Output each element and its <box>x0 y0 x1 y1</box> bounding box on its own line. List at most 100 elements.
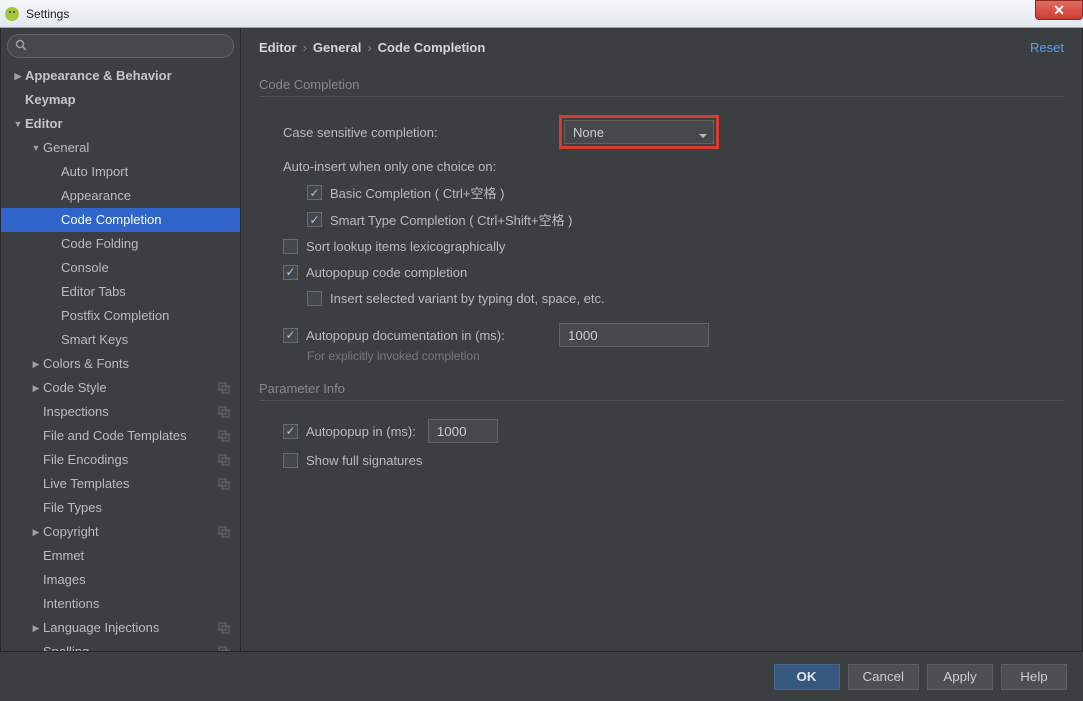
sidebar-item-label: Appearance <box>61 187 232 205</box>
chevron-right-icon: ▶ <box>29 619 43 637</box>
sidebar-item-smart-keys[interactable]: Smart Keys <box>1 328 240 352</box>
sidebar-item-editor-tabs[interactable]: Editor Tabs <box>1 280 240 304</box>
sidebar-item-keymap[interactable]: Keymap <box>1 88 240 112</box>
settings-content: Editor › General › Code Completion Reset… <box>241 28 1082 651</box>
sidebar-item-file-encodings[interactable]: File Encodings <box>1 448 240 472</box>
smart-type-completion-label: Smart Type Completion ( Ctrl+Shift+空格 ) <box>330 210 573 229</box>
sidebar-item-appearance[interactable]: Appearance <box>1 184 240 208</box>
chevron-right-icon: › <box>303 40 307 55</box>
sidebar-item-language-injections[interactable]: ▶Language Injections <box>1 616 240 640</box>
section-title: Code Completion <box>259 77 1064 97</box>
chevron-right-icon: ▶ <box>29 355 43 373</box>
sidebar-item-label: Console <box>61 259 232 277</box>
sidebar-item-inspections[interactable]: Inspections <box>1 400 240 424</box>
autopopup-doc-label: Autopopup documentation in (ms): <box>306 328 559 343</box>
cancel-button[interactable]: Cancel <box>848 664 920 690</box>
settings-sidebar: ▶Appearance & BehaviorKeymap▼Editor▼Gene… <box>1 28 241 651</box>
param-autopopup-input[interactable] <box>428 419 498 443</box>
app-icon <box>4 6 20 22</box>
basic-completion-checkbox[interactable] <box>307 185 322 200</box>
sidebar-item-label: Code Style <box>43 379 218 397</box>
sidebar-item-editor[interactable]: ▼Editor <box>1 112 240 136</box>
chevron-down-icon <box>699 128 707 143</box>
breadcrumb-part: Editor <box>259 40 297 55</box>
smart-type-completion-checkbox[interactable] <box>307 212 322 227</box>
chevron-right-icon: ▶ <box>11 67 25 85</box>
sidebar-item-intentions[interactable]: Intentions <box>1 592 240 616</box>
autopopup-doc-input[interactable] <box>559 323 709 347</box>
sidebar-item-spelling[interactable]: Spelling <box>1 640 240 651</box>
sidebar-item-label: Editor <box>25 115 232 133</box>
param-autopopup-label: Autopopup in (ms): <box>306 424 416 439</box>
sidebar-item-auto-import[interactable]: Auto Import <box>1 160 240 184</box>
sidebar-item-label: Keymap <box>25 91 232 109</box>
param-autopopup-checkbox[interactable] <box>283 424 298 439</box>
chevron-right-icon: ▶ <box>29 523 43 541</box>
help-button[interactable]: Help <box>1001 664 1067 690</box>
sidebar-item-label: Colors & Fonts <box>43 355 232 373</box>
autopopup-doc-checkbox[interactable] <box>283 328 298 343</box>
project-override-icon <box>218 621 232 635</box>
sidebar-item-postfix-completion[interactable]: Postfix Completion <box>1 304 240 328</box>
sidebar-item-label: Live Templates <box>43 475 218 493</box>
project-override-icon <box>218 453 232 467</box>
sidebar-item-label: Copyright <box>43 523 218 541</box>
project-override-icon <box>218 477 232 491</box>
chevron-right-icon: ▶ <box>29 379 43 397</box>
sidebar-item-label: Images <box>43 571 232 589</box>
case-sensitive-dropdown[interactable]: None <box>564 120 714 144</box>
sidebar-item-label: Code Folding <box>61 235 232 253</box>
highlight-annotation: None <box>559 115 719 149</box>
chevron-down-icon: ▼ <box>29 139 43 157</box>
sidebar-item-label: Appearance & Behavior <box>25 67 232 85</box>
sidebar-item-console[interactable]: Console <box>1 256 240 280</box>
window-title: Settings <box>26 7 69 21</box>
autopopup-doc-hint: For explicitly invoked completion <box>259 349 1064 363</box>
sidebar-item-label: General <box>43 139 232 157</box>
sidebar-item-copyright[interactable]: ▶Copyright <box>1 520 240 544</box>
sidebar-item-code-folding[interactable]: Code Folding <box>1 232 240 256</box>
sidebar-item-label: File Encodings <box>43 451 218 469</box>
insert-selected-checkbox[interactable] <box>307 291 322 306</box>
case-sensitive-label: Case sensitive completion: <box>283 125 559 140</box>
autopopup-code-checkbox[interactable] <box>283 265 298 280</box>
sidebar-item-label: Intentions <box>43 595 232 613</box>
sidebar-item-label: Spelling <box>43 643 218 651</box>
settings-tree: ▶Appearance & BehaviorKeymap▼Editor▼Gene… <box>1 64 240 651</box>
sidebar-item-label: File Types <box>43 499 232 517</box>
sidebar-item-general[interactable]: ▼General <box>1 136 240 160</box>
sidebar-item-live-templates[interactable]: Live Templates <box>1 472 240 496</box>
show-full-sig-checkbox[interactable] <box>283 453 298 468</box>
autopopup-code-label: Autopopup code completion <box>306 265 467 280</box>
sidebar-item-label: Inspections <box>43 403 218 421</box>
sidebar-item-images[interactable]: Images <box>1 568 240 592</box>
sidebar-item-code-completion[interactable]: Code Completion <box>1 208 240 232</box>
sidebar-item-label: Code Completion <box>61 211 232 229</box>
sidebar-item-label: Postfix Completion <box>61 307 232 325</box>
sidebar-item-label: Editor Tabs <box>61 283 232 301</box>
search-input[interactable] <box>7 34 234 58</box>
ok-button[interactable]: OK <box>774 664 840 690</box>
basic-completion-label: Basic Completion ( Ctrl+空格 ) <box>330 183 504 202</box>
insert-selected-label: Insert selected variant by typing dot, s… <box>330 291 605 306</box>
sidebar-item-file-types[interactable]: File Types <box>1 496 240 520</box>
sidebar-item-code-style[interactable]: ▶Code Style <box>1 376 240 400</box>
sidebar-item-appearance-behavior[interactable]: ▶Appearance & Behavior <box>1 64 240 88</box>
sort-lookup-checkbox[interactable] <box>283 239 298 254</box>
project-override-icon <box>218 429 232 443</box>
auto-insert-header: Auto-insert when only one choice on: <box>283 159 496 174</box>
show-full-sig-label: Show full signatures <box>306 453 422 468</box>
sidebar-item-emmet[interactable]: Emmet <box>1 544 240 568</box>
chevron-down-icon: ▼ <box>11 115 25 133</box>
sidebar-item-label: Language Injections <box>43 619 218 637</box>
sidebar-item-file-and-code-templates[interactable]: File and Code Templates <box>1 424 240 448</box>
sidebar-item-colors-fonts[interactable]: ▶Colors & Fonts <box>1 352 240 376</box>
apply-button[interactable]: Apply <box>927 664 993 690</box>
dropdown-value: None <box>573 125 604 140</box>
window-close-button[interactable]: ✕ <box>1035 0 1083 20</box>
reset-link[interactable]: Reset <box>1030 40 1064 55</box>
project-override-icon <box>218 405 232 419</box>
sort-lookup-label: Sort lookup items lexicographically <box>306 239 505 254</box>
window-titlebar: Settings ✕ <box>0 0 1083 28</box>
breadcrumb: Editor › General › Code Completion Reset <box>241 28 1082 65</box>
